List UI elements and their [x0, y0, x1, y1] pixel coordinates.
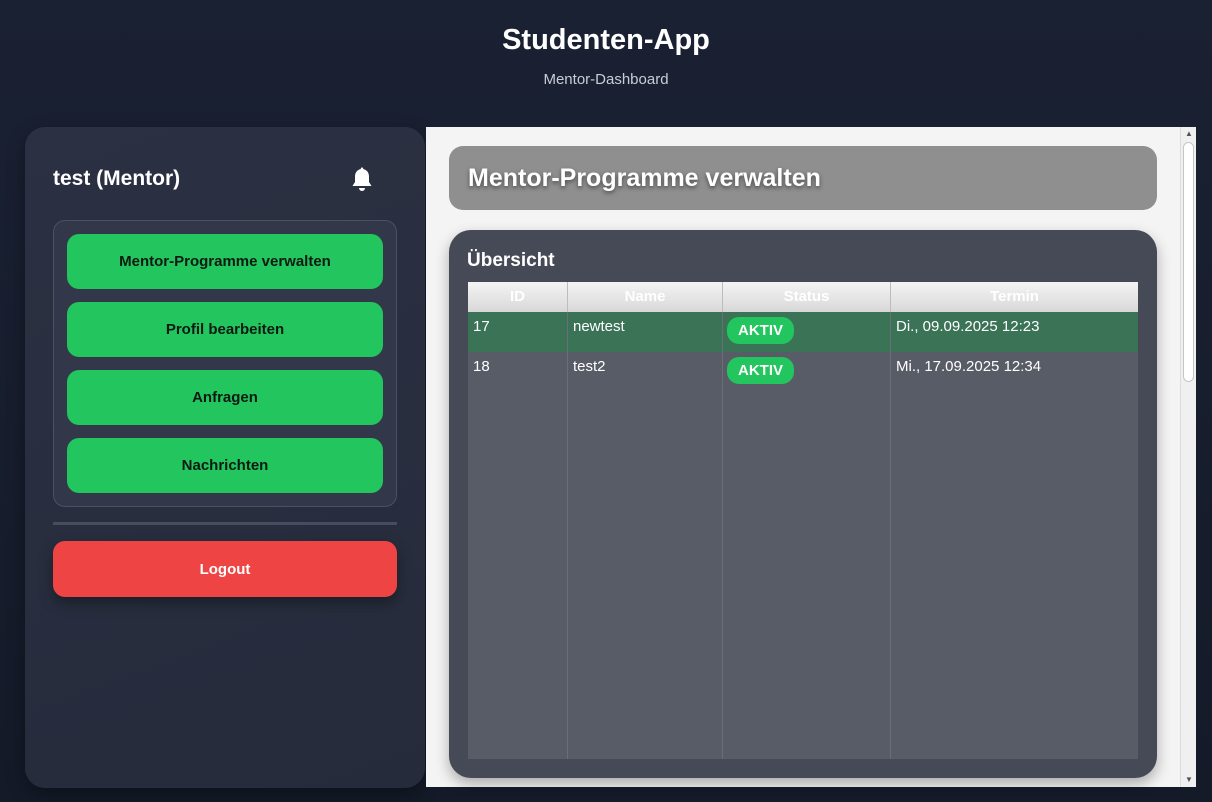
- requests-button[interactable]: Anfragen: [67, 370, 383, 425]
- page-title: Mentor-Programme verwalten: [468, 163, 821, 192]
- sidebar: test (Mentor) Mentor-Programme verwalten…: [25, 127, 425, 788]
- column-header-id[interactable]: ID: [468, 282, 568, 312]
- programs-table: ID Name Status Termin 17 newtest AKTIV D…: [468, 282, 1138, 759]
- scroll-up-arrow-icon[interactable]: ▲: [1181, 127, 1197, 141]
- app-subtitle: Mentor-Dashboard: [543, 71, 669, 88]
- scroll-down-arrow-icon[interactable]: ▼: [1181, 773, 1197, 787]
- sidebar-divider: [53, 522, 397, 525]
- cell-termin: Di., 09.09.2025 12:23: [896, 318, 1040, 335]
- cell-id: 17: [473, 318, 490, 335]
- table-row[interactable]: 17 newtest AKTIV Di., 09.09.2025 12:23: [468, 312, 1138, 352]
- edit-profile-button[interactable]: Profil bearbeiten: [67, 302, 383, 357]
- mentor-programs-button[interactable]: Mentor-Programme verwalten: [67, 234, 383, 289]
- logout-button[interactable]: Logout: [53, 541, 397, 597]
- table-header: ID Name Status Termin: [468, 282, 1138, 312]
- menu-box: Mentor-Programme verwalten Profil bearbe…: [53, 220, 397, 507]
- cell-name: newtest: [573, 318, 625, 335]
- bell-icon[interactable]: [350, 167, 374, 193]
- user-name: test (Mentor): [53, 167, 181, 190]
- page-header: Mentor-Programme verwalten: [449, 146, 1157, 210]
- cell-name: test2: [573, 358, 606, 375]
- main-content: Mentor-Programme verwalten Übersicht ID …: [426, 127, 1180, 787]
- column-header-name[interactable]: Name: [568, 282, 723, 312]
- cell-termin: Mi., 17.09.2025 12:34: [896, 358, 1042, 375]
- app-header: Studenten-App Mentor-Dashboard: [0, 0, 1212, 120]
- cell-id: 18: [473, 358, 490, 375]
- scroll-thumb[interactable]: [1183, 142, 1194, 382]
- status-badge: AKTIV: [727, 317, 794, 344]
- status-badge: AKTIV: [727, 357, 794, 384]
- column-header-termin[interactable]: Termin: [891, 282, 1138, 312]
- messages-button[interactable]: Nachrichten: [67, 438, 383, 493]
- column-divider: [722, 312, 723, 759]
- overview-card: Übersicht ID Name Status Termin 17 newte…: [449, 230, 1157, 778]
- vertical-scrollbar[interactable]: ▲ ▼: [1180, 127, 1196, 787]
- app-title: Studenten-App: [502, 24, 710, 56]
- column-header-status[interactable]: Status: [723, 282, 891, 312]
- overview-title: Übersicht: [467, 250, 555, 271]
- column-divider: [890, 312, 891, 759]
- table-row[interactable]: 18 test2 AKTIV Mi., 17.09.2025 12:34: [468, 352, 1138, 392]
- column-divider: [567, 312, 568, 759]
